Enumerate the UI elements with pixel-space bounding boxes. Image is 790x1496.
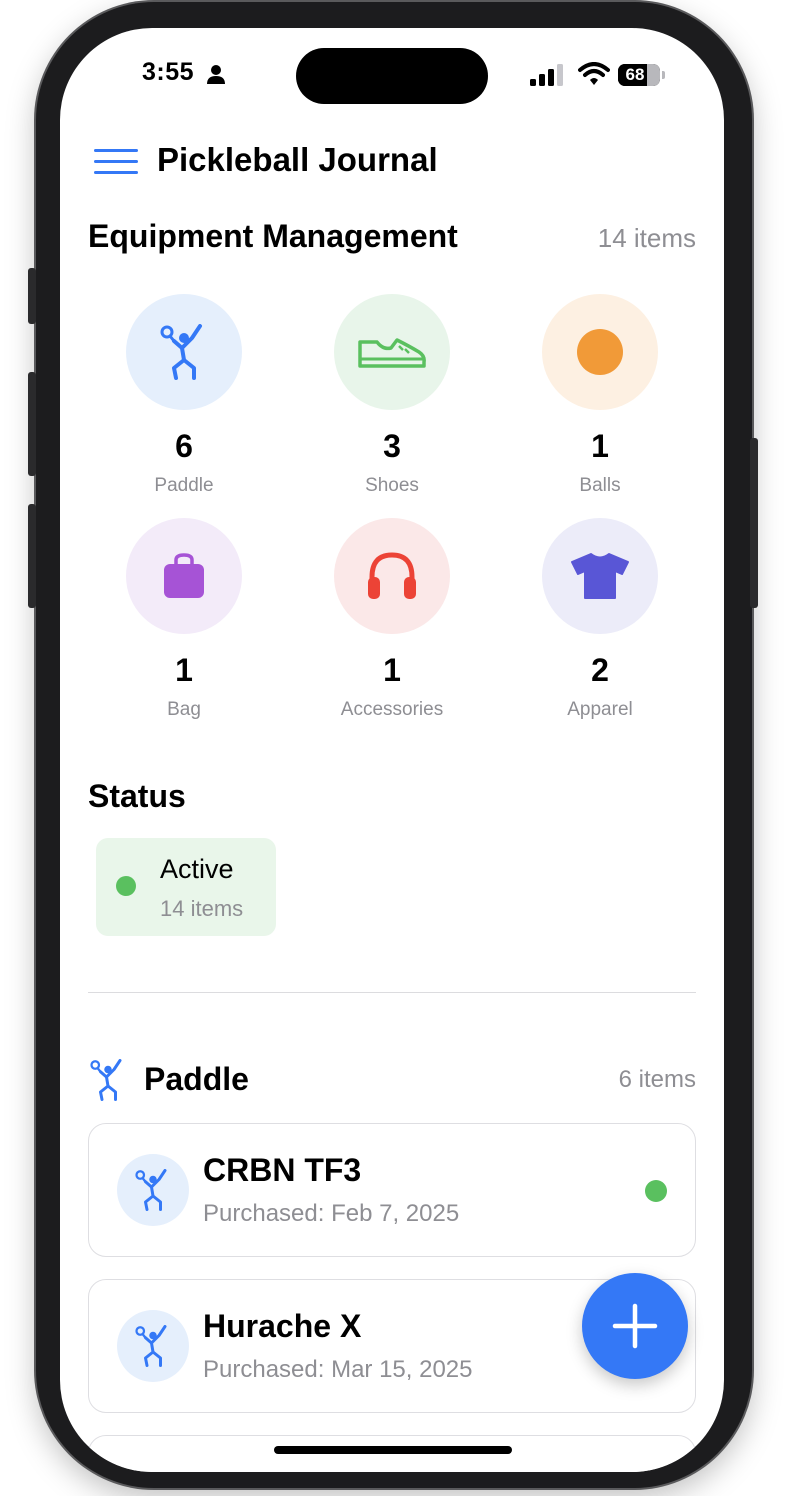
category-label: Bag [167, 699, 201, 720]
home-indicator[interactable] [274, 1446, 512, 1454]
headphones-icon [368, 552, 416, 599]
add-item-button[interactable] [582, 1273, 688, 1379]
status-name: Active [160, 854, 234, 884]
category-count: 1 [383, 652, 401, 688]
category-count: 6 [175, 428, 193, 464]
status-section-title: Status [88, 778, 186, 814]
bag-icon [164, 553, 204, 598]
status-count: 14 items [160, 896, 244, 921]
action-button [28, 268, 36, 324]
battery-indicator: 68 [618, 64, 660, 86]
cellular-signal-icon [530, 64, 563, 86]
shoe-icon [358, 338, 426, 368]
category-count: 2 [591, 652, 609, 688]
category-label: Balls [579, 475, 621, 496]
category-icon-circle [334, 294, 450, 410]
player-icon [135, 1325, 167, 1367]
item-purchase-date: Purchased: Mar 15, 2025 [203, 1356, 473, 1383]
paddle-count: 6 items [618, 1066, 696, 1093]
player-icon [90, 1059, 122, 1101]
status-dot [116, 876, 136, 896]
category-shoes[interactable]: 3 Shoes [292, 294, 492, 498]
item-avatar [117, 1310, 189, 1382]
category-label: Paddle [154, 475, 214, 496]
item-name: CRBN TF3 [203, 1152, 362, 1188]
item-status-dot [645, 1180, 667, 1202]
paddle-section-title: Paddle [144, 1061, 249, 1097]
category-apparel[interactable]: 2 Apparel [500, 518, 700, 722]
status-card-active[interactable]: Active 14 items [96, 838, 276, 936]
section-divider [88, 992, 696, 993]
dynamic-island [296, 48, 488, 104]
battery-nub [662, 71, 665, 79]
category-count: 1 [591, 428, 609, 464]
category-label: Apparel [567, 699, 633, 720]
battery-level: 68 [625, 65, 645, 84]
category-balls[interactable]: 1 Balls [500, 294, 700, 498]
app-title: Pickleball Journal [157, 141, 438, 178]
equipment-count: 14 items [597, 223, 696, 253]
app-screen: 3:55 68 Pickleball Journal Equipment Man… [60, 28, 724, 1472]
power-button [750, 438, 758, 608]
person-icon [207, 65, 225, 84]
category-icon-circle [126, 294, 242, 410]
player-icon [160, 324, 202, 380]
category-label: Shoes [365, 475, 419, 496]
category-count: 3 [383, 428, 401, 464]
hamburger-menu-icon[interactable] [94, 149, 138, 175]
category-paddle[interactable]: 6 Paddle [84, 294, 284, 498]
item-name: Hurache X [203, 1308, 362, 1344]
category-icon-circle [542, 518, 658, 634]
category-icon-circle [334, 518, 450, 634]
player-icon [135, 1169, 167, 1211]
volume-down-button [28, 504, 36, 608]
item-purchase-date: Purchased: Feb 7, 2025 [203, 1200, 460, 1227]
category-bag[interactable]: 1 Bag [84, 518, 284, 722]
equipment-item-card[interactable]: CRBN TF3 Purchased: Feb 7, 2025 [88, 1123, 696, 1257]
category-accessories[interactable]: 1 Accessories [292, 518, 492, 722]
category-label: Accessories [340, 699, 444, 720]
category-icon-circle [126, 518, 242, 634]
tshirt-icon [571, 553, 629, 599]
category-count: 1 [175, 652, 193, 688]
plus-icon [612, 1303, 658, 1349]
category-icon-circle [542, 294, 658, 410]
ball-icon [577, 329, 623, 375]
wifi-icon [578, 62, 610, 85]
item-avatar [117, 1154, 189, 1226]
volume-up-button [28, 372, 36, 476]
status-time: 3:55 [142, 58, 195, 86]
equipment-section-title: Equipment Management [88, 218, 458, 254]
